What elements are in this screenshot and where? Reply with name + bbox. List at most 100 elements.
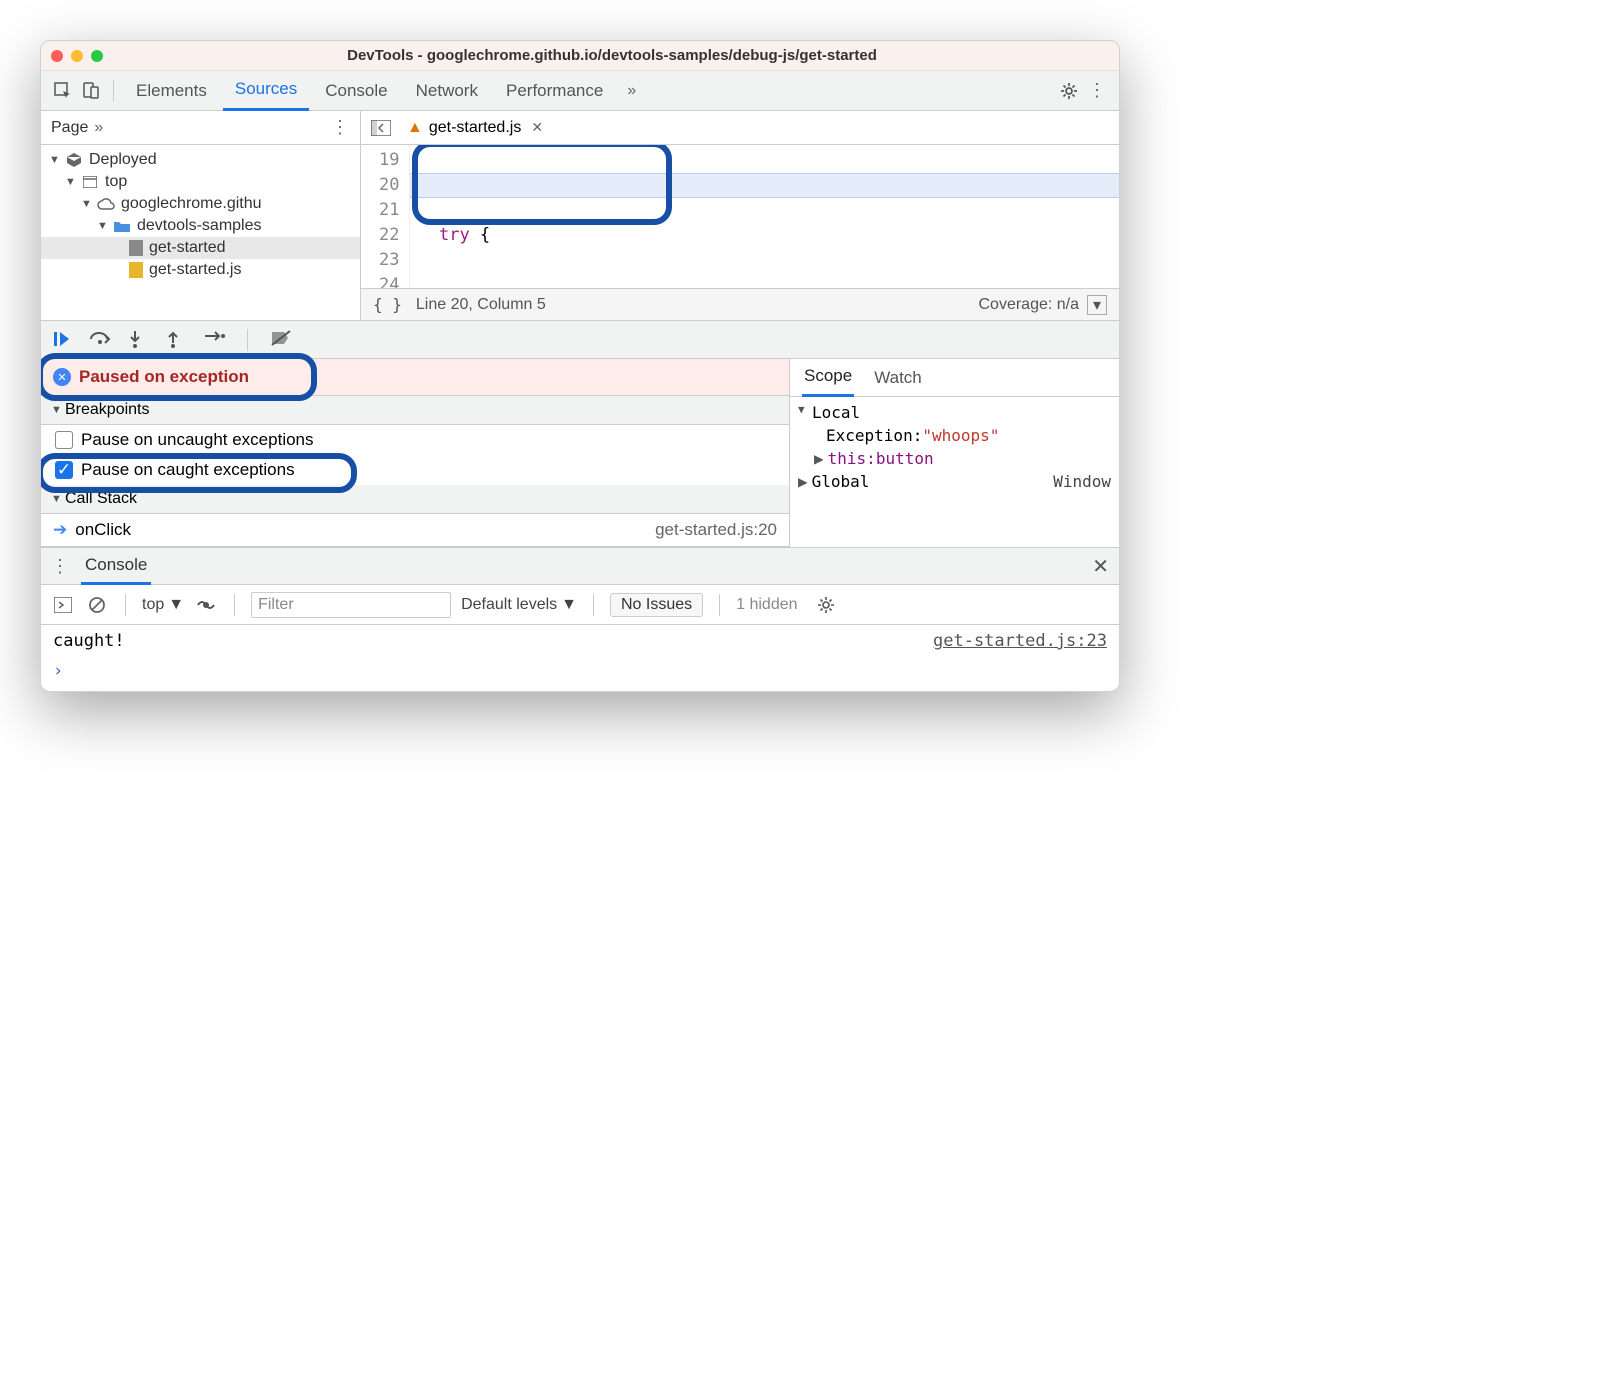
breakpoints-header[interactable]: Breakpoints [41, 396, 789, 425]
console-toolbar: top ▼ Filter Default levels ▼ No Issues … [41, 585, 1119, 625]
folder-icon [113, 217, 131, 235]
coverage-dropdown-icon[interactable]: ▾ [1087, 295, 1107, 315]
window-controls [51, 50, 103, 62]
nav-tab-page[interactable]: Page [51, 119, 88, 137]
dismiss-icon[interactable]: ✕ [53, 368, 71, 386]
deactivate-breakpoints-icon[interactable] [270, 329, 292, 351]
live-expression-icon[interactable] [194, 593, 218, 617]
console-message[interactable]: caught! get-started.js:23 [41, 625, 1119, 657]
titlebar: DevTools - googlechrome.github.io/devtoo… [41, 41, 1119, 71]
drawer-tab-console[interactable]: Console [81, 547, 151, 585]
checkbox-checked-icon[interactable]: ✓ [55, 461, 73, 479]
console-prompt[interactable]: › [41, 657, 1119, 691]
tree-top[interactable]: top [41, 171, 360, 193]
debugger-panes: ✕ Paused on exception Breakpoints Pause … [41, 359, 1119, 547]
frame-icon [81, 173, 99, 191]
chevron-down-icon[interactable] [65, 176, 75, 188]
editor-tabs: ▲ get-started.js ✕ [361, 111, 1119, 145]
scope-this[interactable]: ▶this: button [798, 447, 1111, 470]
cloud-icon [97, 195, 115, 213]
kebab-menu-icon[interactable]: ⋮ [1085, 79, 1109, 103]
separator [593, 594, 594, 616]
tree-folder[interactable]: devtools-samples [41, 215, 360, 237]
maximize-icon[interactable] [91, 50, 103, 62]
chevron-right-icon: ▶ [798, 472, 808, 491]
debugger-left: ✕ Paused on exception Breakpoints Pause … [41, 359, 789, 547]
hidden-count: 1 hidden [736, 596, 797, 614]
step-over-icon[interactable] [89, 329, 111, 351]
navigator-menu-icon[interactable]: ⋮ [331, 117, 350, 138]
more-tabs-icon[interactable]: » [619, 82, 644, 100]
chevron-down-icon[interactable] [49, 154, 59, 166]
pause-uncaught-checkbox[interactable]: Pause on uncaught exceptions [41, 425, 789, 455]
callstack-header[interactable]: Call Stack [41, 485, 789, 514]
context-selector[interactable]: top ▼ [142, 596, 184, 614]
chevron-right-icon: ▶ [814, 449, 824, 468]
device-toggle-icon[interactable] [79, 79, 103, 103]
step-into-icon[interactable] [127, 329, 149, 351]
tab-scope[interactable]: Scope [802, 359, 854, 397]
code-editor[interactable]: 19 20 21 22 23 24 25 try { throw "whoops… [361, 145, 1119, 288]
editor-status-bar: { } Line 20, Column 5 Coverage: n/a ▾ [361, 288, 1119, 320]
document-icon [129, 240, 143, 256]
debugger-toolbar [41, 321, 1119, 359]
separator [113, 80, 114, 102]
close-tab-icon[interactable]: ✕ [531, 119, 543, 136]
file-tree: Deployed top googlechrome.githu devtools… [41, 145, 360, 285]
tab-performance[interactable]: Performance [494, 71, 615, 111]
chevron-down-icon[interactable] [81, 198, 91, 210]
tree-file-get-started[interactable]: get-started [41, 237, 360, 259]
tree-file-get-started-js[interactable]: get-started.js [41, 259, 360, 281]
more-nav-tabs-icon[interactable]: » [88, 119, 109, 137]
message-source-link[interactable]: get-started.js:23 [933, 631, 1107, 651]
resume-icon[interactable] [51, 329, 73, 351]
code-content: try { throw "whoops"; } catch(err) { con… [410, 145, 1119, 288]
current-frame-icon: ➔ [53, 520, 67, 540]
warning-icon: ▲ [407, 119, 423, 137]
minimize-icon[interactable] [71, 50, 83, 62]
tree-deployed[interactable]: Deployed [41, 149, 360, 171]
devtools-window: DevTools - googlechrome.github.io/devtoo… [40, 40, 1120, 692]
filter-input[interactable]: Filter [251, 592, 451, 618]
console-settings-icon[interactable] [814, 593, 838, 617]
step-out-icon[interactable] [165, 329, 187, 351]
editor-tab-file[interactable]: ▲ get-started.js ✕ [403, 119, 547, 137]
separator [719, 594, 720, 616]
tab-console[interactable]: Console [313, 71, 399, 111]
execution-line-highlight [410, 173, 1119, 198]
chevron-down-icon [51, 493, 61, 505]
toggle-navigator-icon[interactable] [369, 116, 393, 140]
tree-domain[interactable]: googlechrome.githu [41, 193, 360, 215]
log-levels-selector[interactable]: Default levels ▼ [461, 596, 577, 614]
tab-sources[interactable]: Sources [223, 71, 309, 111]
scope-exception[interactable]: Exception: "whoops" [798, 424, 1111, 447]
pretty-print-icon[interactable]: { } [373, 295, 402, 314]
window-title: DevTools - googlechrome.github.io/devtoo… [115, 47, 1109, 64]
tab-network[interactable]: Network [404, 71, 490, 111]
chevron-down-icon[interactable] [97, 220, 107, 232]
scope-local[interactable]: Local [798, 401, 1111, 424]
scope-tabs: Scope Watch [790, 359, 1119, 397]
step-icon[interactable] [203, 329, 225, 351]
drawer-menu-icon[interactable]: ⋮ [51, 556, 69, 577]
console-sidebar-toggle-icon[interactable] [51, 593, 75, 617]
tab-watch[interactable]: Watch [872, 368, 924, 388]
scope-body: Local Exception: "whoops" ▶this: button … [790, 397, 1119, 497]
close-drawer-icon[interactable]: ✕ [1092, 554, 1109, 579]
gear-icon[interactable] [1057, 79, 1081, 103]
pause-caught-checkbox[interactable]: ✓ Pause on caught exceptions [41, 455, 789, 485]
clear-console-icon[interactable] [85, 593, 109, 617]
navigator-header: Page » ⋮ [41, 111, 360, 145]
close-icon[interactable] [51, 50, 63, 62]
issues-button[interactable]: No Issues [610, 593, 703, 617]
inspect-element-icon[interactable] [51, 79, 75, 103]
scope-pane: Scope Watch Local Exception: "whoops" ▶t… [789, 359, 1119, 547]
tab-elements[interactable]: Elements [124, 71, 219, 111]
navigator-pane: Page » ⋮ Deployed top googlec [41, 111, 361, 320]
callstack-frame[interactable]: ➔ onClick get-started.js:20 [41, 514, 789, 547]
chevron-down-icon [51, 404, 61, 416]
separator [125, 594, 126, 616]
scope-global[interactable]: ▶GlobalWindow [798, 470, 1111, 493]
separator [247, 329, 248, 351]
checkbox-icon[interactable] [55, 431, 73, 449]
